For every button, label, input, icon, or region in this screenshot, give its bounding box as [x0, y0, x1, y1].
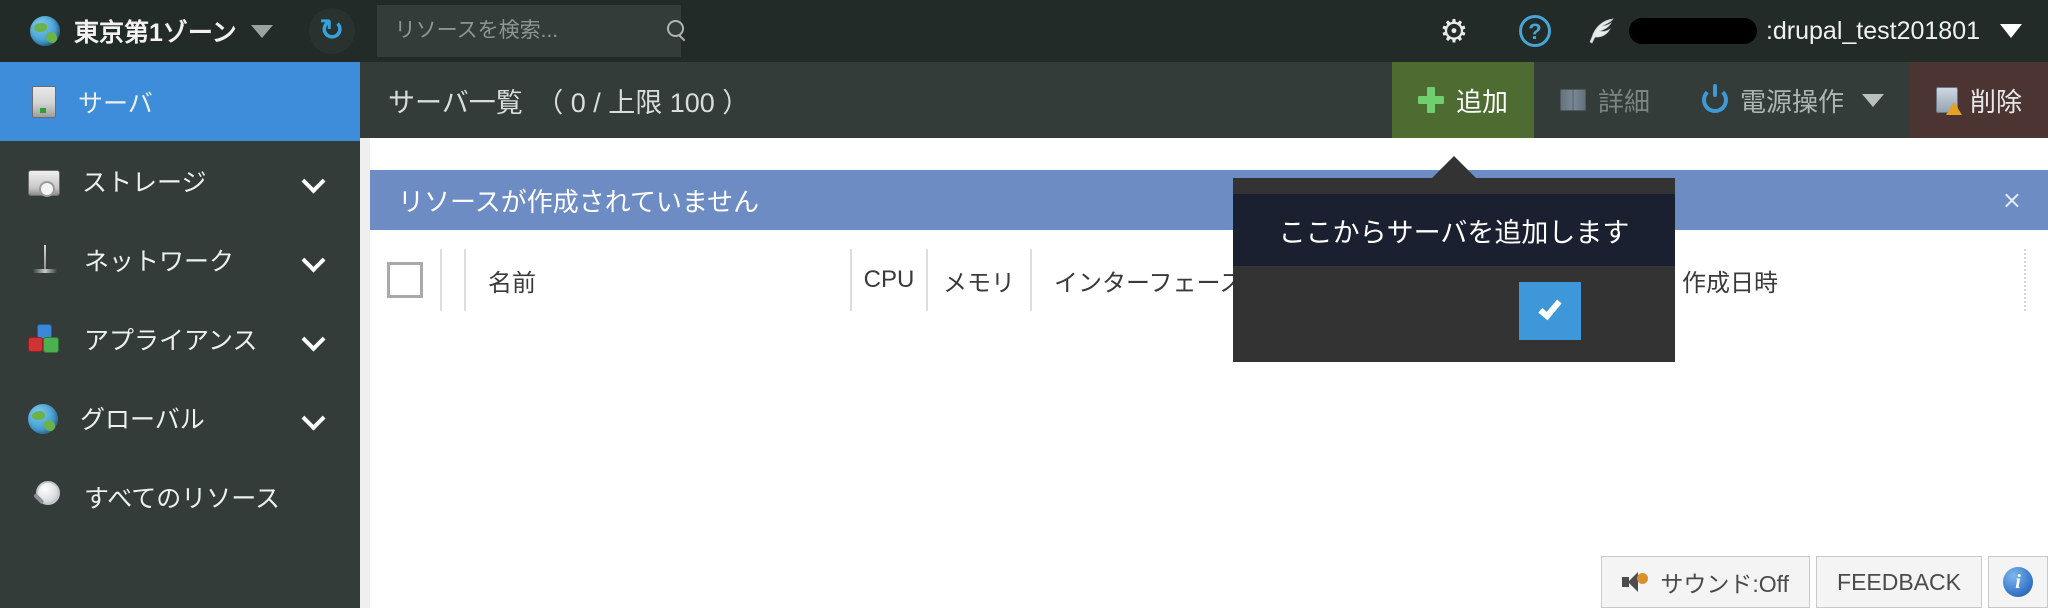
sidebar-item-label: ストレージ [82, 163, 207, 199]
alert-bar: リソースが作成されていません × [370, 170, 2048, 230]
sidebar-item-storage[interactable]: ストレージ [0, 141, 360, 220]
power-operation-button[interactable]: 電源操作 [1676, 62, 1910, 138]
column-header-created[interactable]: 作成日時 [1658, 249, 2024, 311]
tooltip-message-band: ここからサーバを追加します [1233, 194, 1675, 266]
sidebar-item-label: アプライアンス [84, 321, 258, 357]
storage-icon [28, 170, 60, 196]
chevron-down-icon [304, 250, 324, 270]
feedback-button[interactable]: FEEDBACK [1816, 556, 1982, 608]
add-button[interactable]: 追加 [1392, 62, 1534, 138]
speaker-mute-icon [1622, 571, 1648, 593]
chevron-down-icon [304, 329, 324, 349]
sidebar-item-all-resources[interactable]: すべてのリソース [0, 457, 360, 536]
feedback-button-label: FEEDBACK [1837, 569, 1961, 596]
sidebar-item-label: サーバ [78, 84, 153, 120]
sidebar-item-network[interactable]: ネットワーク [0, 220, 360, 299]
sidebar-item-label: すべてのリソース [84, 479, 280, 515]
close-icon[interactable]: × [2002, 188, 2022, 212]
feather-icon [1587, 16, 1617, 46]
trash-icon [1936, 87, 1958, 113]
globe-icon [28, 404, 58, 434]
search-input[interactable] [395, 19, 666, 43]
server-icon [32, 86, 56, 118]
sidebar-item-global[interactable]: グローバル [0, 378, 360, 457]
sound-toggle-button[interactable]: サウンド:Off [1601, 556, 1810, 608]
gear-icon[interactable]: ⚙ [1437, 14, 1471, 48]
power-icon [1702, 87, 1728, 113]
sidebar: サーバ ストレージ ネットワーク アプライアンス グローバル すべてのリ [0, 62, 360, 608]
delete-button[interactable]: 削除 [1910, 62, 2048, 138]
network-icon [28, 243, 62, 277]
delete-button-label: 削除 [1970, 82, 2022, 119]
book-icon [1560, 89, 1586, 111]
check-icon [1538, 296, 1561, 321]
magnifier-icon [28, 480, 62, 514]
column-header-memory[interactable]: メモリ [926, 249, 1030, 311]
table-header-spacer [440, 249, 464, 311]
column-header-name[interactable]: 名前 [464, 249, 850, 311]
help-icon[interactable]: ? [1519, 15, 1551, 47]
main-content: サーバ一覧 （ 0 / 上限 100 ） 追加 詳細 電源操作 削除 [360, 62, 2048, 608]
select-all-cell [370, 249, 440, 311]
search-box[interactable] [377, 5, 681, 57]
sidebar-item-server[interactable]: サーバ [0, 62, 360, 141]
page-header: サーバ一覧 （ 0 / 上限 100 ） 追加 詳細 電源操作 削除 [360, 62, 2048, 138]
application-window: 東京第1ゾーン ↻ ⚙ ? :drupal_test201801 [0, 0, 2048, 608]
appliance-icon [28, 322, 62, 356]
bottom-right-widgets: サウンド:Off FEEDBACK i [1595, 556, 2048, 608]
sidebar-item-label: ネットワーク [84, 242, 234, 278]
tooltip-message: ここからサーバを追加します [1279, 211, 1630, 250]
search-icon [666, 20, 688, 42]
chevron-down-icon [251, 25, 273, 38]
power-operation-label: 電源操作 [1740, 82, 1844, 119]
info-icon: i [2003, 567, 2033, 597]
content-gutter [360, 62, 370, 608]
detail-button-label: 詳細 [1598, 82, 1650, 119]
zone-label: 東京第1ゾーン [74, 13, 237, 49]
sound-toggle-label: サウンド:Off [1660, 565, 1789, 599]
chevron-down-icon [304, 171, 324, 191]
add-button-label: 追加 [1456, 82, 1508, 119]
tooltip-arrow-icon [1432, 156, 1476, 178]
alert-message: リソースが作成されていません [398, 182, 759, 219]
account-label: :drupal_test201801 [1766, 17, 1980, 46]
zone-selector[interactable]: 東京第1ゾーン [30, 0, 273, 62]
plus-icon [1418, 87, 1444, 113]
top-bar-right: ⚙ ? :drupal_test201801 [1437, 14, 2048, 48]
server-table-header: 名前 CPU メモリ インターフェース 収容ホスト名 作成日時 [370, 249, 2048, 311]
top-bar: 東京第1ゾーン ↻ ⚙ ? :drupal_test201801 [0, 0, 2048, 62]
chevron-down-icon [304, 408, 324, 428]
select-all-checkbox[interactable] [387, 262, 423, 298]
account-menu[interactable]: :drupal_test201801 [1587, 16, 2022, 46]
column-header-cpu[interactable]: CPU [850, 249, 926, 311]
sidebar-item-label: グローバル [80, 400, 205, 436]
sidebar-item-appliance[interactable]: アプライアンス [0, 299, 360, 378]
chevron-down-icon [1862, 94, 1884, 107]
reload-button[interactable]: ↻ [309, 8, 355, 54]
tooltip-confirm-button[interactable] [1519, 282, 1581, 340]
page-title: サーバ一覧 （ 0 / 上限 100 ） [388, 81, 749, 120]
action-toolbar: 追加 詳細 電源操作 削除 [1392, 62, 2048, 138]
redacted-username [1629, 18, 1757, 44]
detail-button[interactable]: 詳細 [1534, 62, 1676, 138]
table-header-end [2024, 249, 2048, 311]
add-server-tooltip: ここからサーバを追加します [1233, 178, 1675, 362]
chevron-down-icon [2000, 24, 2022, 38]
info-button[interactable]: i [1988, 556, 2048, 608]
globe-icon [30, 16, 60, 46]
reload-icon: ↻ [319, 16, 344, 46]
